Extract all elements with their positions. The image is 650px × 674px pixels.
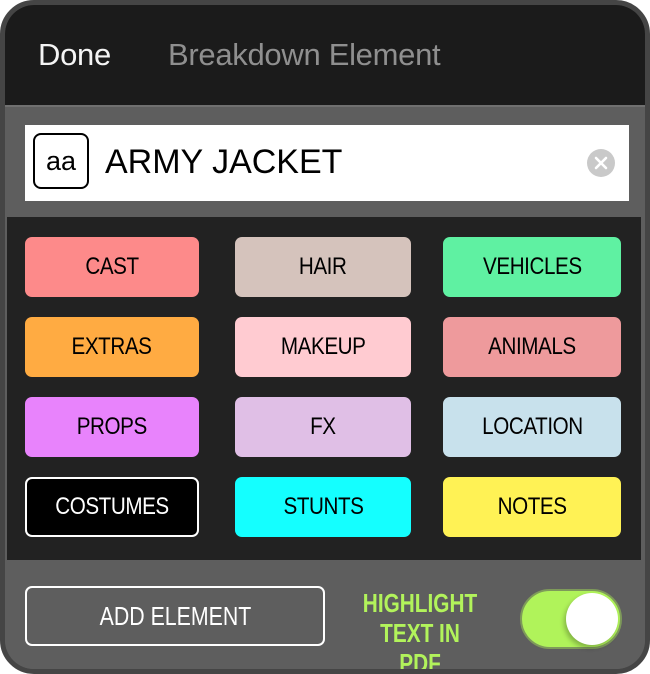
category-grid: CAST HAIR VEHICLES EXTRAS MAKEUP ANIMALS PROPS… xyxy=(7,217,641,560)
category-label: LOCATION xyxy=(481,413,583,440)
category-button-notes[interactable]: NOTES xyxy=(443,477,621,537)
breakdown-element-panel: Done Breakdown Element aa CAST HAIR VEHICL… xyxy=(0,0,650,674)
category-button-extras[interactable]: EXTRAS xyxy=(25,317,199,377)
header-bar: Done Breakdown Element xyxy=(5,5,645,107)
category-button-stunts[interactable]: STUNTS xyxy=(235,477,411,537)
highlight-toggle[interactable] xyxy=(520,589,622,649)
panel-title: Breakdown Element xyxy=(168,37,441,72)
element-field-area: aa xyxy=(5,107,645,217)
category-label: VEHICLES xyxy=(482,253,582,280)
category-button-location[interactable]: LOCATION xyxy=(443,397,621,457)
highlight-label-line1: HIGHLIGHT xyxy=(362,588,478,618)
footer-bar: ADD ELEMENT HIGHLIGHT TEXT IN PDF xyxy=(5,560,645,674)
category-button-animals[interactable]: ANIMALS xyxy=(443,317,621,377)
add-element-label: ADD ELEMENT xyxy=(99,600,251,631)
category-button-vehicles[interactable]: VEHICLES xyxy=(443,237,621,297)
category-label: ANIMALS xyxy=(488,333,576,360)
toggle-knob[interactable] xyxy=(566,593,618,645)
category-button-costumes[interactable]: COSTUMES xyxy=(25,477,199,537)
category-button-fx[interactable]: FX xyxy=(235,397,411,457)
element-name-input[interactable] xyxy=(105,135,575,189)
category-label: STUNTS xyxy=(283,493,363,520)
category-label: CAST xyxy=(85,253,139,280)
clear-icon[interactable] xyxy=(587,149,615,177)
category-label: MAKEUP xyxy=(280,333,366,360)
category-button-cast[interactable]: CAST xyxy=(25,237,199,297)
category-label: COSTUMES xyxy=(55,493,169,520)
category-button-makeup[interactable]: MAKEUP xyxy=(235,317,411,377)
category-button-props[interactable]: PROPS xyxy=(25,397,199,457)
x-glyph-icon xyxy=(594,156,608,170)
highlight-text-in-pdf-label: HIGHLIGHT TEXT IN PDF xyxy=(345,588,495,674)
category-label: NOTES xyxy=(497,493,567,520)
highlight-label-line2: TEXT IN PDF xyxy=(380,618,460,674)
category-label: PROPS xyxy=(76,413,148,440)
case-toggle-button[interactable]: aa xyxy=(33,133,89,189)
done-button[interactable]: Done xyxy=(38,37,111,73)
category-button-hair[interactable]: HAIR xyxy=(235,237,411,297)
category-label: HAIR xyxy=(299,253,347,280)
add-element-button[interactable]: ADD ELEMENT xyxy=(25,586,325,646)
category-label: EXTRAS xyxy=(71,333,153,360)
category-label: FX xyxy=(310,413,336,440)
element-name-field: aa xyxy=(25,125,629,201)
